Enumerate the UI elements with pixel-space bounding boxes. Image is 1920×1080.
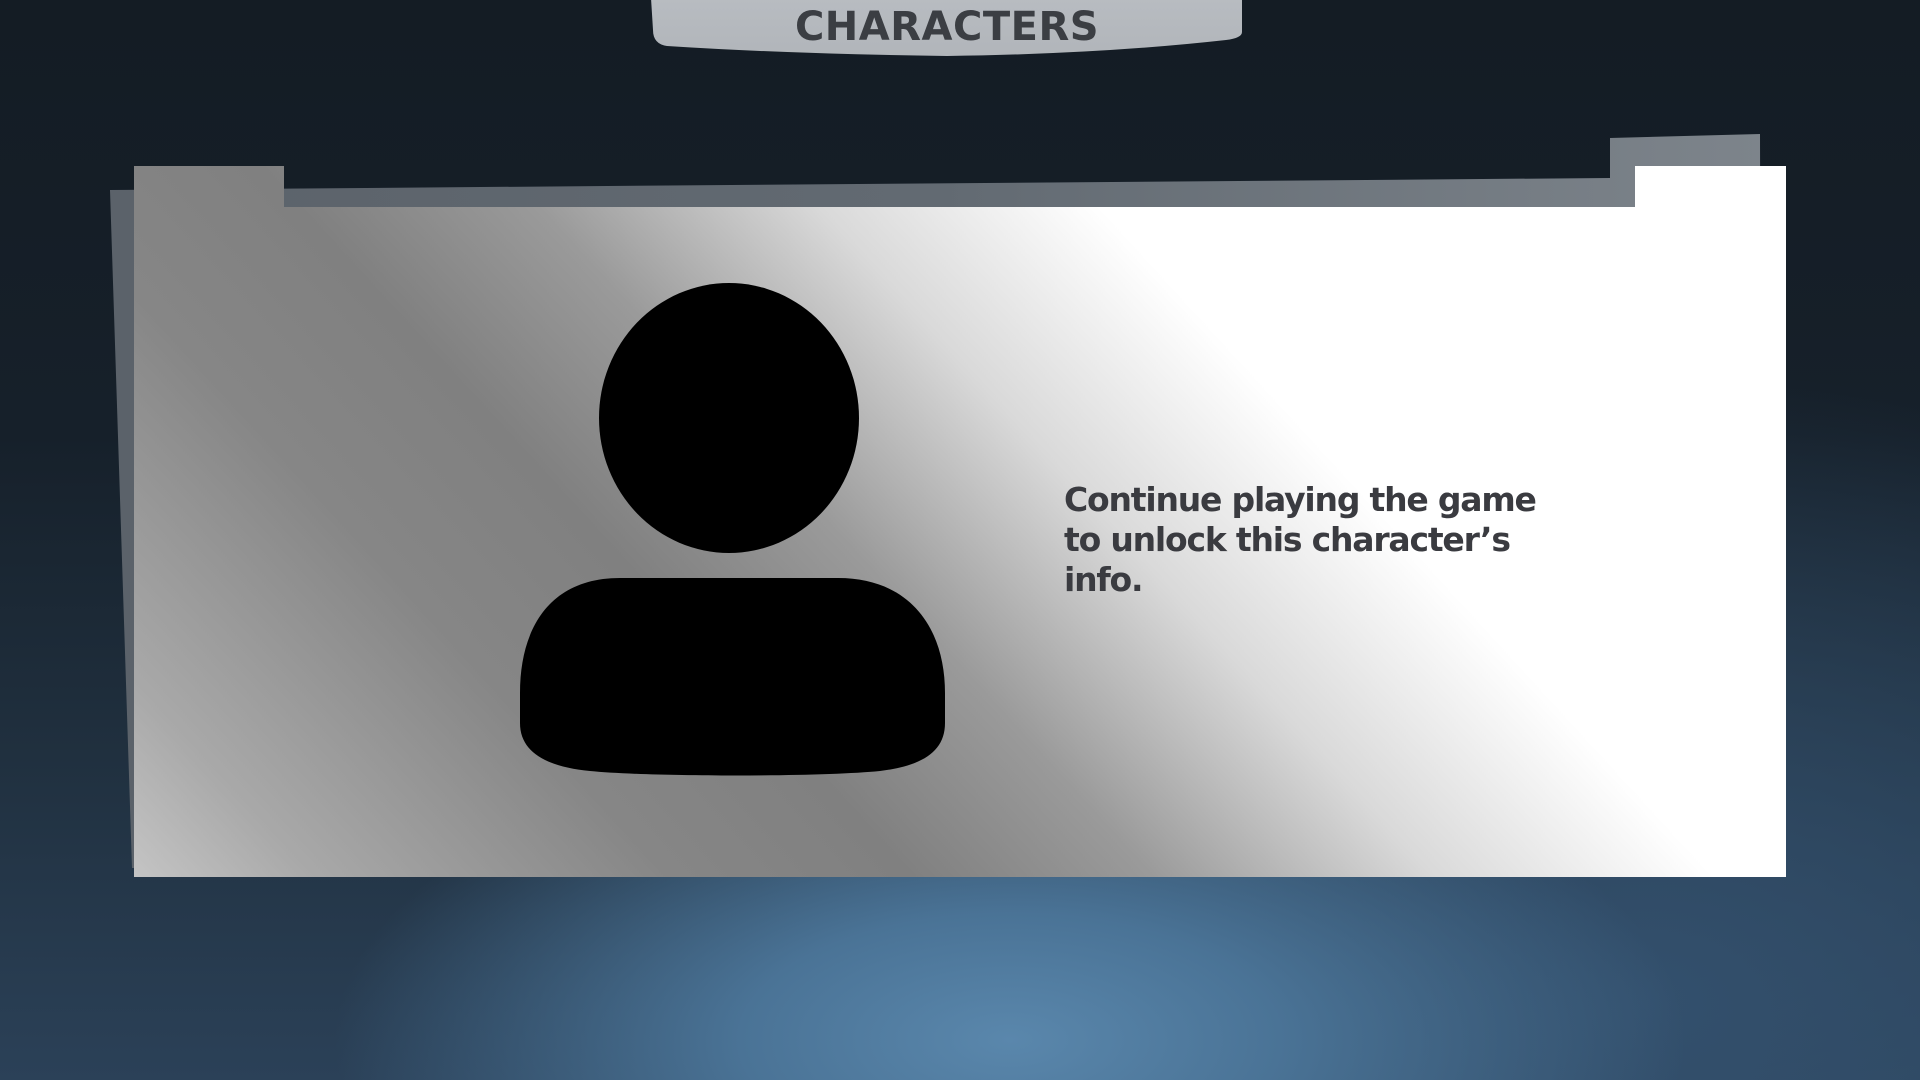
locked-info-message: Continue playing the game to unlock this… bbox=[1064, 480, 1537, 599]
character-card bbox=[134, 166, 1786, 877]
person-silhouette-icon bbox=[520, 283, 945, 776]
